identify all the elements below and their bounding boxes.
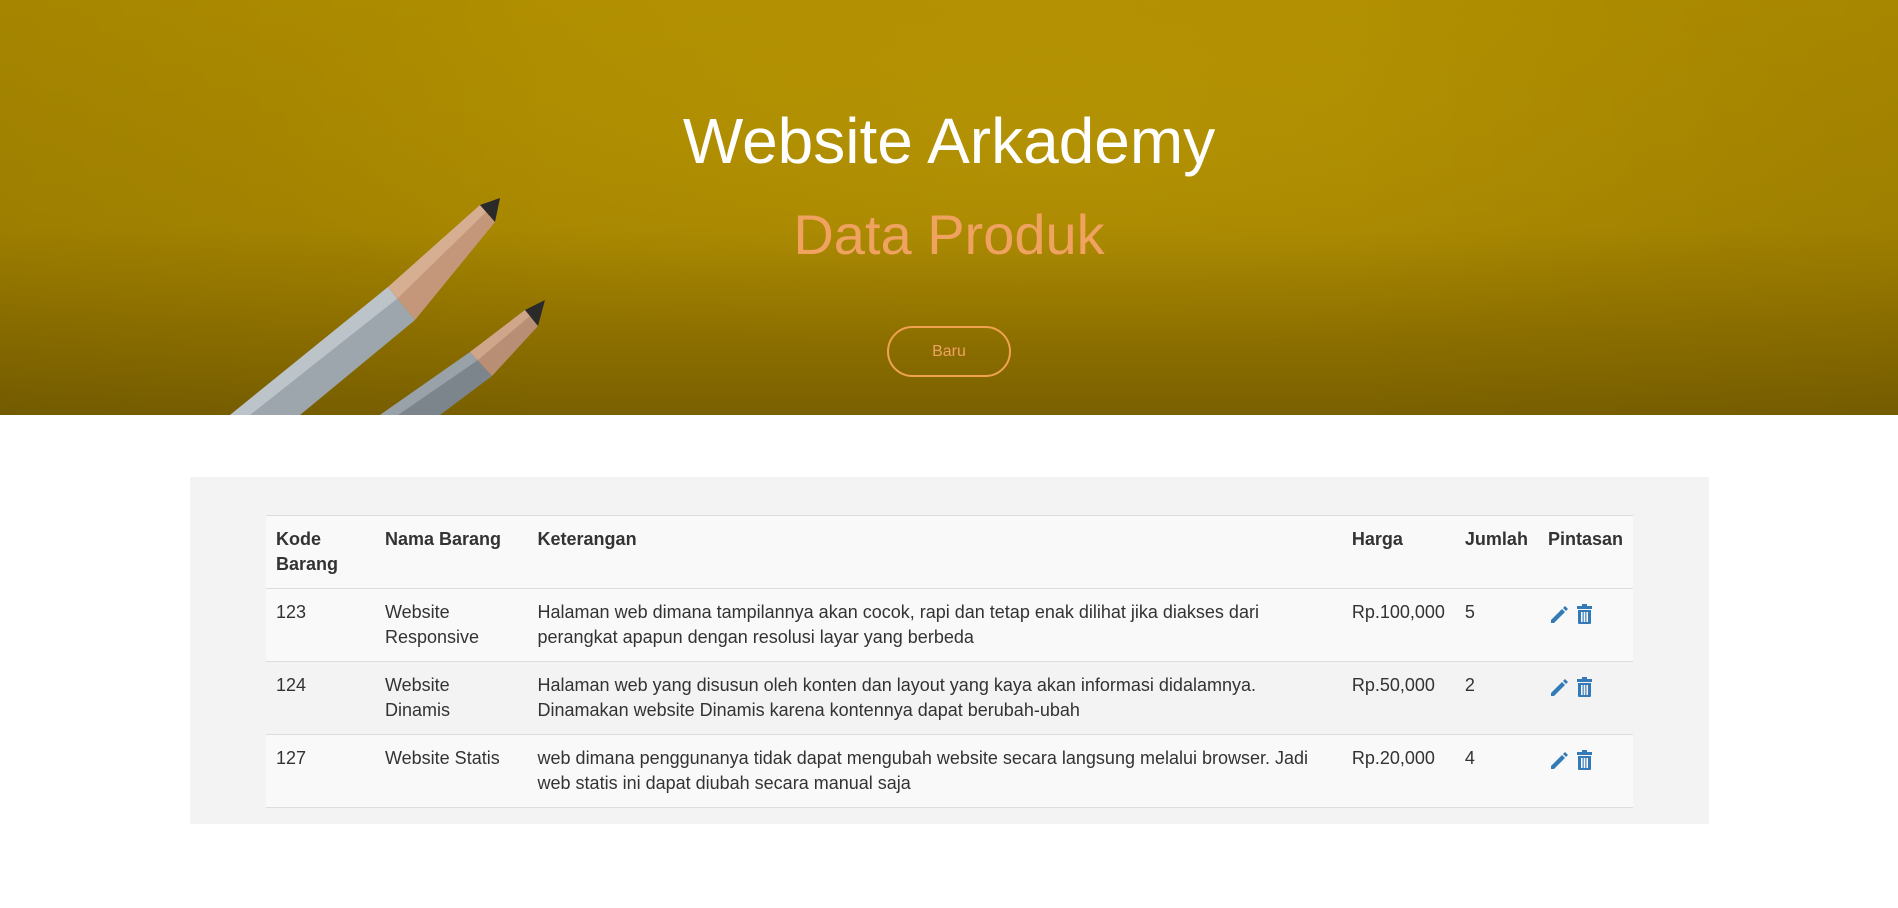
header-price: Harga: [1341, 515, 1455, 589]
cell-price: Rp.20,000: [1341, 734, 1455, 808]
cell-quantity: 4: [1454, 734, 1538, 808]
table-row: 127 Website Statis web dimana penggunany…: [266, 734, 1633, 808]
table-header-row: Kode Barang Nama Barang Keterangan Harga…: [266, 515, 1633, 589]
new-product-button[interactable]: Baru: [887, 326, 1011, 377]
cell-name: Website Statis: [374, 734, 528, 808]
trash-icon[interactable]: [1574, 676, 1595, 698]
table-row: 123 Website Responsive Halaman web diman…: [266, 588, 1633, 662]
header-description: Keterangan: [527, 515, 1342, 589]
cell-quantity: 5: [1454, 588, 1538, 662]
pencil-icon[interactable]: [1548, 603, 1569, 625]
page-subtitle: Data Produk: [793, 203, 1105, 266]
trash-icon[interactable]: [1574, 603, 1595, 625]
cell-actions: [1537, 588, 1633, 662]
cell-price: Rp.50,000: [1341, 661, 1455, 735]
cell-quantity: 2: [1454, 661, 1538, 735]
table-row: 124 Website Dinamis Halaman web yang dis…: [266, 661, 1633, 735]
cell-code: 127: [266, 734, 375, 808]
header-quantity: Jumlah: [1454, 515, 1538, 589]
cell-code: 124: [266, 661, 375, 735]
trash-icon[interactable]: [1574, 749, 1595, 771]
cell-code: 123: [266, 588, 375, 662]
cell-actions: [1537, 661, 1633, 735]
products-table: Kode Barang Nama Barang Keterangan Harga…: [266, 515, 1633, 808]
products-panel: Kode Barang Nama Barang Keterangan Harga…: [190, 477, 1709, 824]
cell-price: Rp.100,000: [1341, 588, 1455, 662]
cell-name: Website Dinamis: [374, 661, 528, 735]
cell-name: Website Responsive: [374, 588, 528, 662]
page-title: Website Arkademy: [682, 105, 1216, 177]
hero-banner: Website Arkademy Data Produk Baru: [0, 0, 1898, 415]
header-code: Kode Barang: [266, 515, 375, 589]
cell-description: Halaman web dimana tampilannya akan coco…: [527, 588, 1342, 662]
cell-description: Halaman web yang disusun oleh konten dan…: [527, 661, 1342, 735]
pencil-icon[interactable]: [1548, 749, 1569, 771]
cell-description: web dimana penggunanya tidak dapat mengu…: [527, 734, 1342, 808]
pencil-icon[interactable]: [1548, 676, 1569, 698]
header-actions: Pintasan: [1537, 515, 1633, 589]
cell-actions: [1537, 734, 1633, 808]
header-name: Nama Barang: [374, 515, 528, 589]
